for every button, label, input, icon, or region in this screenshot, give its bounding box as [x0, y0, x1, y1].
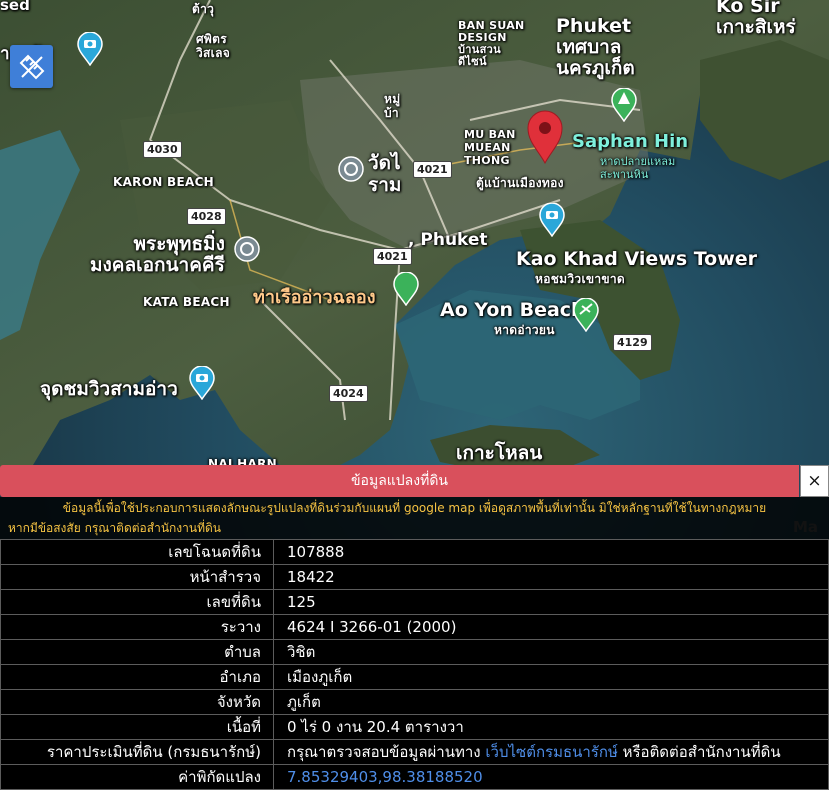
row-label: จังหวัด	[0, 689, 274, 715]
park-poi-icon[interactable]	[610, 88, 638, 122]
row-value: ภูเก็ต	[273, 689, 829, 715]
row-label: เลขโฉนดที่ดิน	[0, 539, 274, 565]
table-row: ตำบล วิชิต	[0, 639, 829, 665]
map-label-ko-sire: Ko Sir เกาะสิเหร่	[716, 0, 796, 38]
row-label: เนื้อที่	[0, 714, 274, 740]
table-row: เนื้อที่ 0 ไร่ 0 งาน 20.4 ตารางวา	[0, 714, 829, 740]
temple-poi-icon[interactable]	[337, 155, 365, 189]
table-row-coords: ค่าพิกัดแปลง 7.85329403,98.38188520	[0, 764, 829, 790]
close-button[interactable]: ×	[800, 465, 829, 497]
map-label-kata-beach: KATA BEACH	[143, 295, 230, 309]
table-row-price: ราคาประเมินที่ดิน (กรมธนารักษ์) กรุณาตรว…	[0, 739, 829, 765]
disclaimer-notice: ข้อมูลนี้เพื่อใช้ประกอบการแสดงลักษณะรูปแ…	[0, 497, 829, 539]
map-label-kao-khad-thai: หอชมวิวเขาขาด	[535, 272, 626, 286]
row-label: หน้าสำรวจ	[0, 564, 274, 590]
temple-poi-icon[interactable]	[233, 235, 261, 269]
map-label-saphan-hin: Saphan Hin	[572, 131, 689, 152]
road-shield: 4129	[613, 334, 652, 351]
map-label-wat: วัดไ ราม	[368, 152, 402, 196]
ruler-pencil-icon	[19, 54, 44, 79]
coordinates-link[interactable]: 7.85329403,98.38188520	[287, 768, 483, 786]
map-label-phuket-city: Phuket เทศบาล นครภูเก็ต	[556, 15, 635, 79]
road-shield: 4028	[187, 208, 226, 225]
row-label: ตำบล	[0, 639, 274, 665]
road-shield: 4021	[413, 161, 452, 178]
map-label-saphan-hin-thai: หาดปลายแหลม สะพานหิน	[600, 155, 676, 181]
table-row: อำเภอ เมืองภูเก็ต	[0, 664, 829, 690]
camera-poi-icon[interactable]	[188, 366, 216, 400]
row-value: เมืองภูเก็ต	[273, 664, 829, 690]
pier-poi-icon[interactable]	[392, 272, 420, 306]
location-pin-icon[interactable]	[526, 110, 564, 164]
disclaimer-line-2: หากมีข้อสงสัย กรุณาติดต่อสำนักงานที่ดิน	[8, 521, 221, 535]
row-label: อำเภอ	[0, 664, 274, 690]
map-label-phuket-road: , Phuket	[408, 230, 488, 250]
row-label: ราคาประเมินที่ดิน (กรมธนารักษ์)	[0, 739, 274, 765]
land-info-table: เลขโฉนดที่ดิน 107888 หน้าสำรวจ 18422 เลข…	[0, 539, 829, 790]
row-label: เลขที่ดิน	[0, 589, 274, 615]
row-value: วิชิต	[273, 639, 829, 665]
row-value: กรุณาตรวจสอบข้อมูลผ่านทาง เว็บไซต์กรมธนา…	[273, 739, 829, 765]
row-label: ค่าพิกัดแปลง	[0, 764, 274, 790]
map-label-kao-khad: Kao Khad Views Tower	[516, 248, 758, 270]
ruler-pencil-button[interactable]	[10, 45, 53, 88]
map-label-karon-beach: KARON BEACH	[113, 175, 215, 189]
map-label-thong-thai: ตู้แบ้านเมืองทอง	[476, 176, 564, 190]
beach-poi-icon[interactable]	[572, 298, 600, 332]
map-label-ko-lon: เกาะโหลน	[456, 442, 543, 464]
camera-poi-icon[interactable]	[76, 32, 104, 66]
disclaimer-line-1: ข้อมูลนี้เพื่อใช้ประกอบการแสดงลักษณะรูปแ…	[62, 501, 767, 515]
map-label-chalong-pier: ท่าเรืออ่าวฉลอง	[253, 287, 376, 308]
treasury-website-link[interactable]: เว็บไซต์กรมธนารักษ์	[485, 743, 617, 761]
close-icon[interactable]: ×	[807, 471, 821, 491]
map-label-ban-suan: BAN SUAN DESIGN บ้านสวน ดีไซน์	[458, 19, 525, 68]
price-suffix: หรือติดต่อสำนักงานที่ดิน	[622, 743, 781, 761]
table-row: จังหวัด ภูเก็ต	[0, 689, 829, 715]
panel-title: ข้อมูลแปลงที่ดิน	[0, 465, 799, 497]
road-shield: 4030	[143, 141, 182, 158]
map-label-sed: sed	[0, 0, 30, 14]
table-row: เลขโฉนดที่ดิน 107888	[0, 539, 829, 565]
map-label-ao-yon: Ao Yon Beach	[440, 299, 585, 321]
map-label-big-buddha: พระพุทธมิ่ง มงคลเอกนาคคีรี	[90, 233, 225, 276]
row-value: 125	[273, 589, 829, 615]
map-label-wat-patong: ศพิตร วิสเลจ	[196, 32, 231, 60]
row-label: ระวาง	[0, 614, 274, 640]
camera-poi-icon[interactable]	[538, 203, 566, 237]
row-value: 0 ไร่ 0 งาน 20.4 ตารางวา	[273, 714, 829, 740]
row-value: 4624 I 3266-01 (2000)	[273, 614, 829, 640]
map-label-moo-ban: หมู่ บ้า	[384, 92, 401, 120]
map-label-ao-yon-thai: หาดอ่าวยน	[494, 323, 555, 337]
row-value: 7.85329403,98.38188520	[273, 764, 829, 790]
map-label-mueang-thong: MU BAN MUEAN THONG	[464, 128, 516, 167]
road-shield: 4021	[373, 248, 412, 265]
row-value: 18422	[273, 564, 829, 590]
road-shield: 4024	[329, 385, 368, 402]
map-label-viewpoint: จุดชมวิวสามอ่าว	[40, 378, 178, 400]
map-label-kathu: ต้าวุ	[192, 2, 215, 16]
price-prefix: กรุณาตรวจสอบข้อมูลผ่านทาง	[287, 743, 481, 761]
table-row: เลขที่ดิน 125	[0, 589, 829, 615]
table-row: หน้าสำรวจ 18422	[0, 564, 829, 590]
row-value: 107888	[273, 539, 829, 565]
table-row: ระวาง 4624 I 3266-01 (2000)	[0, 614, 829, 640]
